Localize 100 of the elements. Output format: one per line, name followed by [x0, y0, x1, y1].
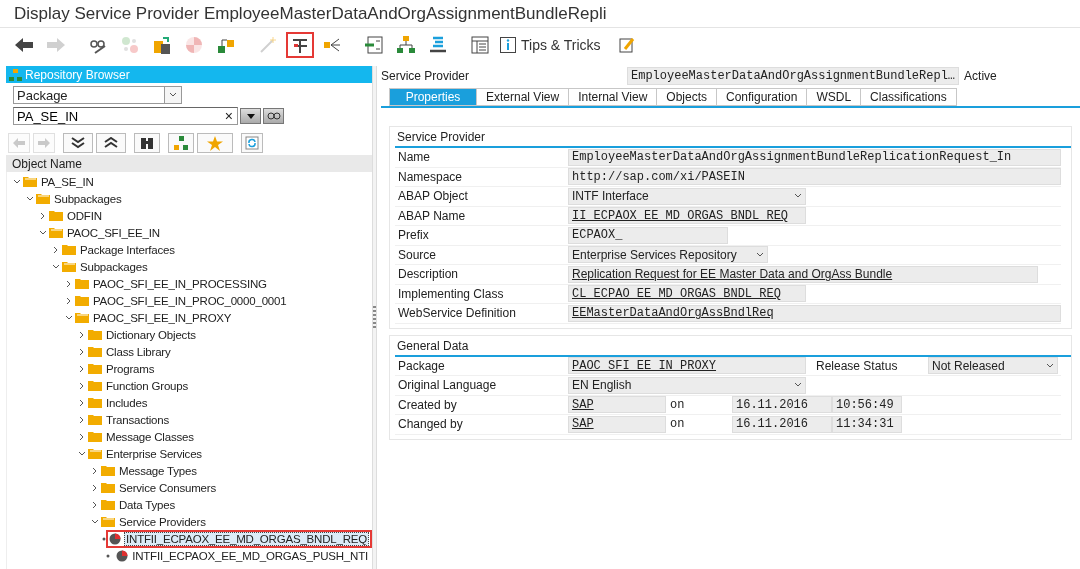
field-label: Package [397, 358, 446, 373]
chevron-down-icon [78, 449, 86, 458]
tree-item[interactable]: PAOC_SFI_EE_IN_PROC_0000_0001 [92, 294, 288, 307]
dropdown[interactable]: INTF Interface [568, 187, 806, 205]
tree-item[interactable]: Data Types [118, 498, 176, 511]
tree-item[interactable]: Subpackages [53, 192, 123, 205]
info-icon [500, 37, 516, 53]
tree-item[interactable]: Transactions [105, 413, 170, 426]
object-name-field: EmployeeMasterDataAndOrgAssignmentBundleRepl… [627, 67, 960, 85]
field-label: ABAP Object [397, 189, 469, 204]
branch-arrows-icon [323, 36, 341, 54]
tree-item[interactable]: Service Consumers [118, 481, 217, 494]
tree-item[interactable]: Includes [105, 396, 149, 409]
tree-item[interactable]: Class Library [105, 345, 172, 358]
tree-item[interactable]: ODFIN [66, 209, 103, 222]
expand-toggle[interactable] [89, 517, 101, 526]
expand-toggle[interactable] [11, 177, 23, 186]
field-label: Release Status [815, 358, 899, 373]
date-field: 16.11.2016 [732, 415, 832, 433]
time-field: 11:34:31 [832, 415, 902, 433]
tab[interactable]: Configuration [716, 88, 808, 106]
field-label: Prefix [397, 228, 430, 243]
expand-toggle[interactable] [63, 313, 75, 322]
tree-item[interactable]: Enterprise Services [105, 447, 203, 460]
chevron-down-icon [52, 262, 60, 271]
tree-item[interactable]: Programs [105, 362, 156, 375]
expand-toggle[interactable] [37, 228, 49, 237]
tree-item[interactable]: PA_SE_IN [40, 175, 95, 188]
open-folder-icon [49, 227, 63, 238]
value-link[interactable]: Replication Request for EE Master Data and OrgAss Bundle [568, 265, 1038, 283]
chevron-right-icon [52, 245, 60, 254]
user-link[interactable]: SAP [568, 415, 666, 433]
object-type-dropdown[interactable]: Package [13, 86, 182, 104]
clear-button[interactable]: × [224, 109, 233, 123]
dropdown[interactable]: Enterprise Services Repository [568, 246, 768, 264]
tab[interactable]: Internal View [568, 88, 658, 106]
insert-list-icon [365, 36, 383, 54]
folder-icon [101, 482, 115, 493]
tree-item[interactable]: PAOC_SFI_EE_IN_PROCESSING [92, 277, 268, 290]
collapse-all-button[interactable] [96, 133, 126, 153]
panel-title: Repository Browser [25, 67, 130, 82]
pie-chart-icon [185, 36, 203, 54]
binoculars-icon [140, 136, 154, 150]
notepad-pencil-icon [618, 37, 635, 53]
tree-item[interactable]: PAOC_SFI_EE_IN [66, 226, 161, 239]
expand-toggle[interactable] [76, 449, 88, 458]
field-label: WebService Definition [397, 306, 517, 321]
folder-icon [88, 329, 102, 340]
expand-all-button[interactable] [63, 133, 93, 153]
object-type-label: Service Provider [381, 69, 471, 83]
where-used-button[interactable] [286, 32, 314, 58]
value-link[interactable]: II_ECPAOX_EE_MD_ORGAS_BNDL_REQ [568, 207, 806, 225]
user-link[interactable]: SAP [568, 396, 666, 414]
hierarchy-tree-icon [397, 36, 415, 54]
open-folder-icon [36, 193, 50, 204]
tree-item[interactable]: Function Groups [105, 379, 189, 392]
tab[interactable]: Classifications [860, 88, 957, 106]
open-folder-icon [23, 176, 37, 187]
dropdown-button[interactable] [240, 108, 261, 124]
tab[interactable]: WSDL [806, 88, 862, 106]
tree-item[interactable]: Subpackages [79, 260, 149, 273]
splitter-grip[interactable] [373, 305, 376, 330]
field-label: Namespace [397, 169, 464, 184]
back-arrow-icon [15, 38, 33, 52]
dropdown[interactable]: Not Released [928, 357, 1058, 375]
tree-item[interactable]: Message Classes [105, 430, 195, 443]
tree-item[interactable]: INTFII_ECPAOX_EE_MD_ORGAS_PUSH_NTI [131, 549, 369, 562]
column-header: Object Name [12, 156, 83, 171]
expand-toggle[interactable] [50, 262, 62, 271]
tree-item[interactable]: Dictionary Objects [105, 328, 197, 341]
tree-item[interactable]: Message Types [118, 464, 198, 477]
chevron-right-icon [39, 211, 47, 220]
stacked-lines-icon [429, 36, 447, 54]
field-label: Created by [397, 397, 458, 412]
folder-icon [88, 380, 102, 391]
magic-wand-icon [259, 36, 277, 54]
chevron-down-icon [756, 250, 764, 259]
hierarchy-button[interactable] [168, 133, 194, 153]
value-link[interactable]: EEMasterDataAndOrgAssBndlReq [568, 304, 1061, 322]
field-label: Name [397, 150, 431, 165]
tab[interactable]: Objects [656, 88, 717, 106]
bullet-icon [102, 536, 106, 541]
tree-item[interactable]: PAOC_SFI_EE_IN_PROXY [92, 311, 233, 324]
find-button[interactable] [134, 133, 160, 153]
folder-icon [88, 363, 102, 374]
glasses-button[interactable] [263, 108, 284, 124]
tips-button[interactable]: Tips & Tricks [498, 32, 609, 58]
tree-item[interactable]: Service Providers [118, 515, 207, 528]
tree-item[interactable]: INTFII_ECPAOX_EE_MD_ORGAS_BNDL_REQ [124, 531, 369, 546]
folder-icon [75, 278, 89, 289]
value-link[interactable]: CL_ECPAO_EE_MD_ORGAS_BNDL_REQ [568, 285, 806, 303]
forward-arrow-icon [47, 38, 65, 52]
tree-item[interactable]: Package Interfaces [79, 243, 176, 256]
refresh-button[interactable] [241, 133, 263, 153]
value-link[interactable]: PAOC_SFI_EE_IN_PROXY [568, 357, 806, 375]
search-field[interactable]: PA_SE_IN × [13, 107, 238, 125]
dropdown[interactable]: EN English [568, 376, 806, 394]
tab[interactable]: External View [476, 88, 570, 106]
expand-toggle[interactable] [24, 194, 36, 203]
folder-icon [88, 346, 102, 357]
